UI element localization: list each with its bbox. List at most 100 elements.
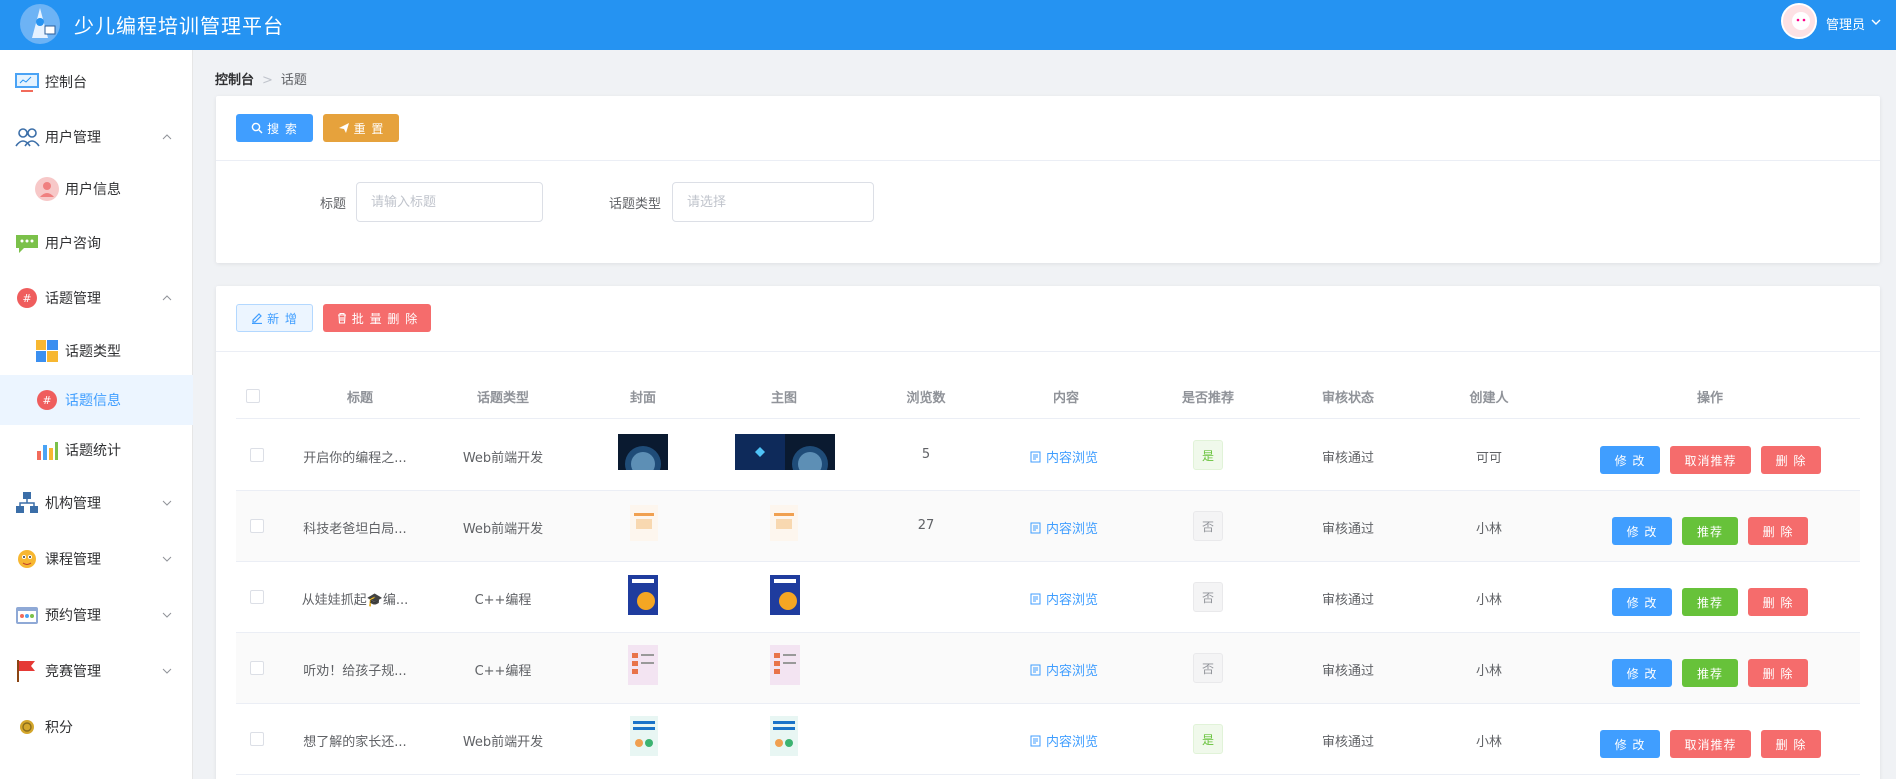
recommended-tag: 否 [1193, 511, 1223, 541]
sidebar-item-user-info[interactable]: 用户信息 [0, 164, 193, 214]
cover-image[interactable] [630, 505, 658, 541]
delete-button[interactable]: 删 除 [1761, 730, 1821, 758]
col-header-content: 内容 [1052, 391, 1079, 406]
mascot-icon [18, 550, 36, 568]
batch-delete-button[interactable]: 批 量 删 除 [323, 304, 431, 332]
topic-type-select[interactable] [672, 182, 874, 222]
content-preview-link[interactable]: 内容浏览 [1030, 447, 1098, 466]
bar-chart-icon [37, 442, 58, 460]
recommend-button[interactable]: 推荐 [1682, 588, 1738, 616]
recommend-button[interactable]: 推荐 [1682, 517, 1738, 545]
col-header-main-image: 主图 [770, 391, 797, 406]
cell-status: 审核通过 [1321, 735, 1374, 750]
add-button[interactable]: 新 增 [236, 304, 313, 332]
cell-views: 5 [921, 447, 931, 462]
unrecommend-button[interactable]: 取消推荐 [1670, 446, 1751, 474]
hashtag-icon: # [17, 288, 37, 308]
sidebar-item-contest-management[interactable]: 竞赛管理 [0, 646, 193, 696]
cell-type: Web前端开发 [462, 451, 544, 466]
content-preview-link[interactable]: 内容浏览 [1030, 518, 1098, 537]
row-checkbox[interactable] [250, 519, 264, 533]
user-avatar[interactable] [1781, 3, 1817, 39]
delete-button[interactable]: 删 除 [1748, 588, 1808, 616]
edit-button[interactable]: 修 改 [1612, 588, 1672, 616]
main-image[interactable] [770, 575, 800, 615]
main-image[interactable] [735, 434, 835, 470]
breadcrumb-current: 话题 [280, 73, 307, 88]
edit-icon [252, 313, 263, 324]
recommend-button[interactable]: 推荐 [1682, 659, 1738, 687]
topic-type-label: 话题类型 [608, 197, 661, 212]
sidebar-item-topic-stats[interactable]: 话题统计 [0, 425, 193, 475]
cell-views: 27 [917, 518, 935, 533]
svg-text:#: # [42, 394, 51, 407]
reset-button[interactable]: 重 置 [323, 114, 399, 142]
sidebar-item-course-management[interactable]: 课程管理 [0, 534, 193, 584]
user-name[interactable]: 管理员 [1826, 14, 1865, 33]
document-icon [1030, 451, 1041, 462]
edit-button[interactable]: 修 改 [1600, 730, 1660, 758]
row-checkbox[interactable] [250, 661, 264, 675]
select-all-checkbox[interactable] [246, 389, 260, 403]
monitor-icon [15, 73, 39, 92]
cover-image[interactable] [630, 716, 658, 756]
cover-image[interactable] [628, 575, 658, 615]
cell-status: 审核通过 [1321, 451, 1374, 466]
cover-image[interactable] [628, 645, 658, 685]
sidebar-item-points[interactable]: 积分 [0, 702, 193, 752]
edit-button[interactable]: 修 改 [1612, 517, 1672, 545]
cell-type: Web前端开发 [462, 522, 544, 537]
content-preview-link[interactable]: 内容浏览 [1030, 731, 1098, 750]
search-button[interactable]: 搜 索 [236, 114, 313, 142]
delete-button[interactable]: 删 除 [1748, 517, 1808, 545]
main-image[interactable] [770, 505, 798, 541]
sidebar-item-topic-management[interactable]: # 话题管理 [0, 273, 193, 323]
sidebar-item-org-management[interactable]: 机构管理 [0, 478, 193, 528]
col-header-type: 话题类型 [476, 391, 529, 406]
breadcrumb-home[interactable]: 控制台 [215, 73, 254, 88]
cell-title: 科技老爸坦白局... [303, 522, 407, 537]
calendar-icon [16, 607, 38, 624]
edit-button[interactable]: 修 改 [1612, 659, 1672, 687]
row-checkbox[interactable] [250, 732, 264, 746]
chevron-down-icon[interactable] [1869, 15, 1883, 29]
col-header-creator: 创建人 [1469, 391, 1509, 406]
sidebar-item-user-management[interactable]: 用户管理 [0, 112, 193, 162]
sidebar: 控制台 用户管理 用户信息 用户咨询 # 话题管理 话题类型 # 话题信息 话题… [0, 50, 193, 779]
sidebar-item-dashboard[interactable]: 控制台 [0, 57, 193, 107]
delete-button[interactable]: 删 除 [1761, 446, 1821, 474]
cell-creator: 可可 [1475, 451, 1502, 466]
cell-type: C++编程 [474, 593, 532, 608]
logo-icon [20, 4, 60, 44]
cover-image[interactable] [618, 434, 668, 470]
sidebar-item-topic-type[interactable]: 话题类型 [0, 326, 193, 376]
divider [216, 160, 1880, 161]
document-icon [1030, 593, 1041, 604]
cell-type: Web前端开发 [462, 735, 544, 750]
cell-creator: 小林 [1475, 522, 1502, 537]
users-icon [15, 128, 40, 147]
row-checkbox[interactable] [250, 590, 264, 604]
row-checkbox[interactable] [250, 448, 264, 462]
cell-creator: 小林 [1475, 664, 1502, 679]
main-image[interactable] [770, 645, 800, 685]
document-icon [1030, 664, 1041, 675]
cell-title: 听劝！给孩子规... [303, 664, 407, 679]
chat-icon [16, 235, 38, 253]
sidebar-item-user-consult[interactable]: 用户咨询 [0, 218, 193, 268]
content-preview-link[interactable]: 内容浏览 [1030, 589, 1098, 608]
org-icon [16, 492, 38, 513]
sidebar-item-booking-management[interactable]: 预约管理 [0, 590, 193, 640]
cell-status: 审核通过 [1321, 593, 1374, 608]
content-preview-link[interactable]: 内容浏览 [1030, 660, 1098, 679]
hashtag-icon: # [37, 390, 57, 410]
unrecommend-button[interactable]: 取消推荐 [1670, 730, 1751, 758]
delete-button[interactable]: 删 除 [1748, 659, 1808, 687]
top-header: 少儿编程培训管理平台 管理员 [0, 0, 1896, 50]
main-image[interactable] [770, 716, 798, 756]
title-search-input[interactable] [356, 182, 543, 222]
cell-status: 审核通过 [1321, 664, 1374, 679]
edit-button[interactable]: 修 改 [1600, 446, 1660, 474]
sidebar-item-topic-info[interactable]: # 话题信息 [0, 375, 193, 425]
chevron-down-icon [162, 500, 172, 506]
